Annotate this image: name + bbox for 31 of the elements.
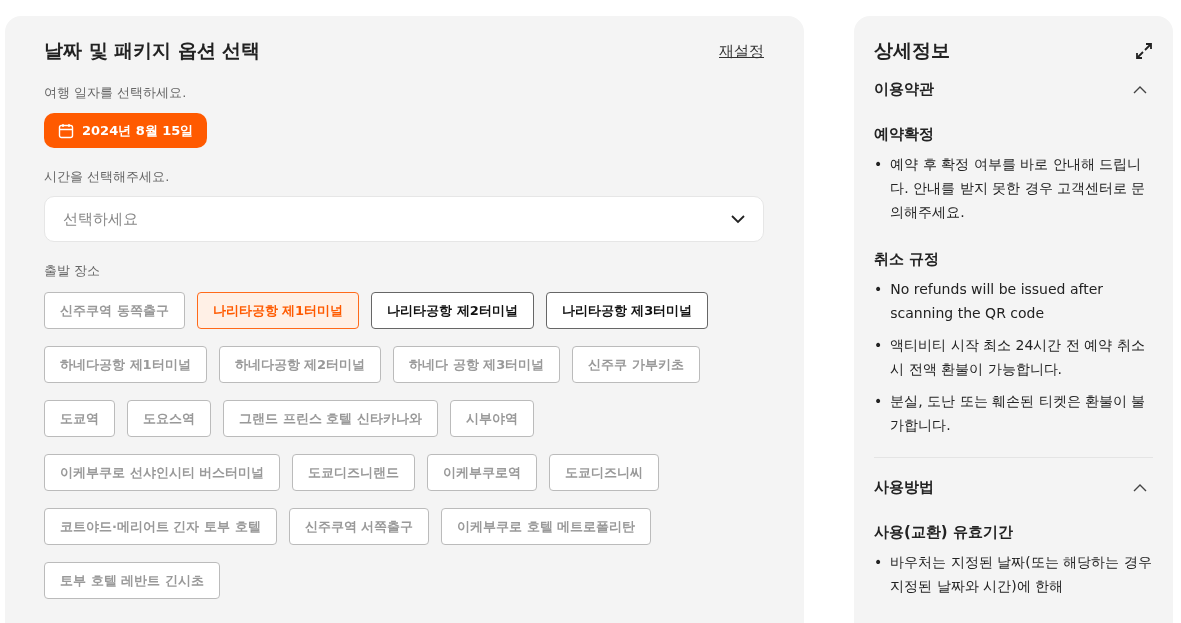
bullet-text: 분실, 도난 또는 훼손된 티켓은 환불이 불가합니다. — [890, 392, 1147, 435]
group-heading: 예약확정 — [874, 125, 935, 144]
place-chip[interactable]: 나리타공항 제3터미널 — [545, 292, 709, 329]
chevron-down-icon — [731, 214, 745, 224]
group-heading: 사용(교환) 유효기간 — [874, 523, 1014, 542]
bullet-text: No refunds will be issued after scanning the QR code — [890, 280, 1105, 323]
bullet-marker: • — [874, 155, 883, 174]
bullet-text: 바우처는 지정된 날짜(또는 해당하는 경우 지정된 날짜와 시간)에 한해 — [890, 553, 1153, 596]
panel-title: 날짜 및 패키지 옵션 선택 — [44, 38, 261, 63]
time-select[interactable]: 선택하세요 — [44, 196, 764, 242]
group-heading: 취소 규정 — [874, 250, 941, 269]
date-label: 여행 일자를 선택하세요. — [44, 84, 188, 102]
bullet-text: 예약 후 확정 여부를 바로 안내해 드립니다. 안내를 받지 못한 경우 고객센터로 문의해주세요. — [890, 155, 1147, 222]
date-button[interactable]: 2024년 8월 15일 — [44, 113, 208, 148]
time-label: 시간을 선택해주세요. — [44, 168, 171, 186]
reset-link[interactable]: 재설정 — [719, 41, 764, 61]
bullet-marker: • — [874, 280, 883, 299]
bullet-marker: • — [874, 336, 883, 355]
chevron-icon — [1133, 85, 1147, 94]
place-chip[interactable]: 나리타공항 제2터미널 — [371, 292, 534, 329]
place-label: 출발 장소 — [44, 262, 102, 280]
place-chip[interactable]: 나리타공항 제1터미널 — [196, 292, 360, 329]
bullet-marker: • — [874, 392, 883, 411]
details-title: 상세정보 — [874, 38, 950, 63]
section-header[interactable]: 사용방법 — [874, 478, 1153, 497]
bullet-marker: • — [874, 553, 883, 572]
chevron-icon — [1133, 483, 1147, 492]
expand-icon[interactable] — [1135, 42, 1153, 60]
section-header[interactable]: 이용약관 — [874, 80, 1153, 99]
bullet-text: 액티비티 시작 최소 24시간 전 예약 취소시 전액 환불이 가능합니다. — [890, 336, 1146, 379]
calendar-icon — [58, 122, 74, 139]
